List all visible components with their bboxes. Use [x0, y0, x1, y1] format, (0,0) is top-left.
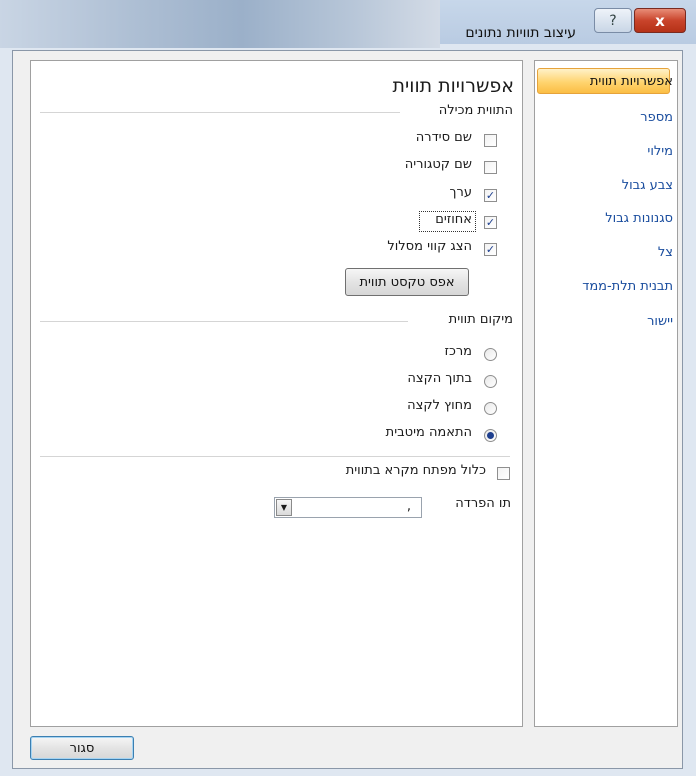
section-label-contains: התווית מכילה: [438, 103, 513, 118]
legend-key-checkbox[interactable]: [497, 467, 510, 480]
series-name-checkbox[interactable]: [484, 134, 497, 147]
category-item-border-color[interactable]: צבע גבול: [622, 178, 673, 193]
separator-label: תו הפרדה: [455, 496, 511, 511]
outside-end-radio[interactable]: [484, 402, 497, 415]
category-item-alignment[interactable]: יישור: [647, 314, 673, 329]
section-label-position: מיקום תווית: [448, 312, 513, 327]
category-item-border-styles[interactable]: סגנונות גבול: [605, 211, 673, 226]
window-title: עיצוב תוויות נתונים: [465, 25, 576, 41]
check-icon: ✓: [485, 216, 496, 229]
best-fit-label: התאמה מיטבית: [385, 425, 472, 440]
help-icon: ?: [609, 12, 617, 29]
leader-lines-checkbox[interactable]: ✓: [484, 243, 497, 256]
category-name-label: שם קטגוריה: [404, 157, 472, 172]
percentage-checkbox[interactable]: ✓: [484, 216, 497, 229]
series-name-label: שם סידרה: [415, 130, 472, 145]
check-icon: ✓: [485, 243, 496, 256]
category-item-3d-format[interactable]: תבנית תלת-ממד: [582, 279, 673, 294]
leader-lines-label: הצג קווי מסלול: [387, 239, 472, 254]
inside-end-label: בתוך הקצה: [407, 371, 472, 386]
section-divider: [40, 321, 408, 322]
panel-heading: אפשרויות תווית: [392, 75, 514, 97]
value-checkbox[interactable]: ✓: [484, 189, 497, 202]
legend-key-label: כלול מפתח מקרא בתווית: [345, 463, 486, 478]
close-button[interactable]: סגור: [30, 736, 134, 760]
close-icon: x: [655, 11, 665, 30]
best-fit-radio[interactable]: [484, 429, 497, 442]
outside-end-label: מחוץ לקצה: [407, 398, 472, 413]
check-icon: ✓: [485, 189, 496, 202]
percentage-label: אחוזים: [435, 212, 472, 227]
section-divider: [40, 456, 510, 457]
category-item-number[interactable]: מספר: [640, 110, 673, 125]
window-close-button[interactable]: x: [634, 8, 686, 33]
center-radio[interactable]: [484, 348, 497, 361]
radio-dot-icon: [487, 432, 494, 439]
category-item-label-options[interactable]: אפשרויות תווית: [590, 74, 673, 89]
category-item-shadow[interactable]: צל: [658, 245, 673, 260]
section-divider: [40, 112, 400, 113]
background-window-strip: [0, 0, 440, 48]
center-label: מרכז: [444, 344, 472, 359]
separator-value: ,: [406, 499, 411, 514]
help-button[interactable]: ?: [594, 8, 632, 33]
chevron-down-icon[interactable]: ▼: [276, 499, 292, 516]
separator-dropdown[interactable]: ▼ ,: [274, 497, 422, 518]
value-label: ערך: [449, 185, 472, 200]
category-item-fill[interactable]: מילוי: [647, 144, 673, 159]
inside-end-radio[interactable]: [484, 375, 497, 388]
category-name-checkbox[interactable]: [484, 161, 497, 174]
reset-label-text-button[interactable]: אפס טקסט תווית: [345, 268, 469, 296]
category-list: [534, 60, 678, 727]
